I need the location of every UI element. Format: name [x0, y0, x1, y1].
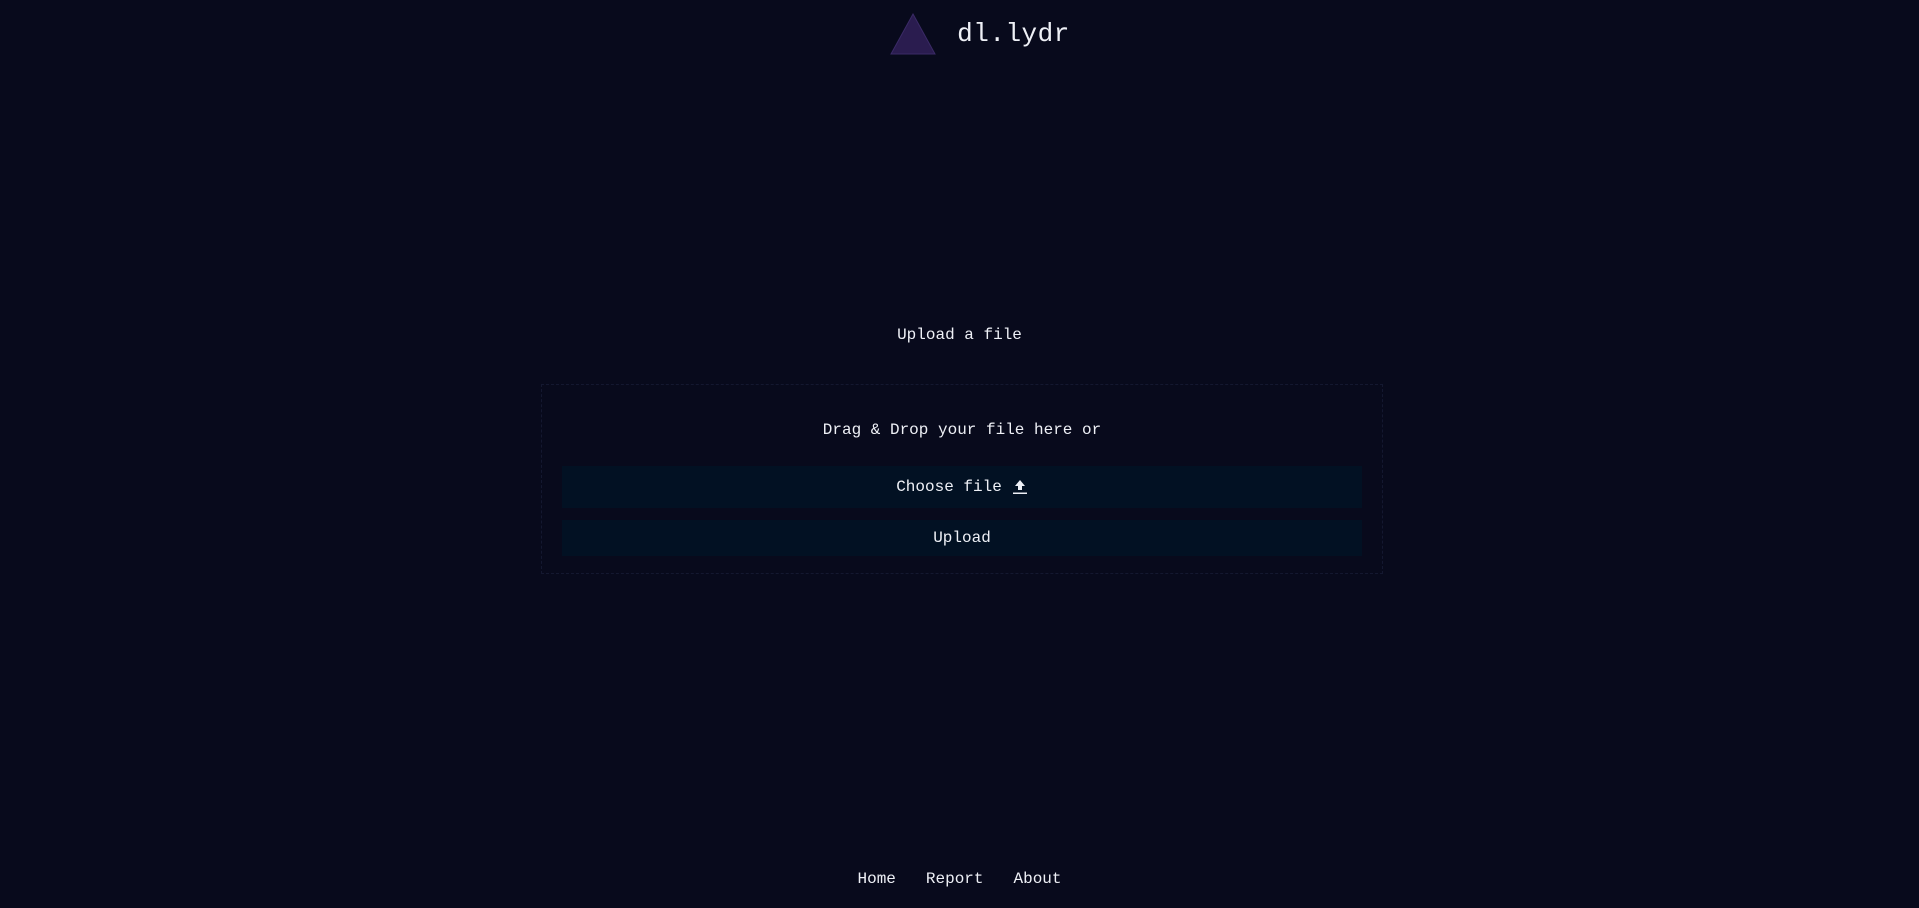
- upload-arrow-icon: [1012, 479, 1028, 495]
- upload-button[interactable]: Upload: [562, 520, 1362, 556]
- drop-instructions: Drag & Drop your file here or: [822, 421, 1102, 439]
- choose-file-button[interactable]: Choose file: [562, 466, 1362, 508]
- footer-link-home[interactable]: Home: [857, 870, 895, 888]
- upload-title: Upload a file: [897, 326, 1022, 344]
- footer-link-about[interactable]: About: [1014, 870, 1062, 888]
- brand-link[interactable]: dl.lydr: [889, 12, 1070, 56]
- drop-zone[interactable]: Drag & Drop your file here or Choose fil…: [541, 384, 1383, 574]
- triangle-logo-icon: [889, 12, 937, 56]
- site-header: dl.lydr: [0, 10, 1919, 58]
- site-name: dl.lydr: [957, 19, 1070, 49]
- page: dl.lydr Upload a file Drag & Drop your f…: [0, 0, 1919, 908]
- footer-nav: Home Report About: [0, 870, 1919, 888]
- choose-file-label: Choose file: [896, 478, 1002, 496]
- footer-link-report[interactable]: Report: [926, 870, 984, 888]
